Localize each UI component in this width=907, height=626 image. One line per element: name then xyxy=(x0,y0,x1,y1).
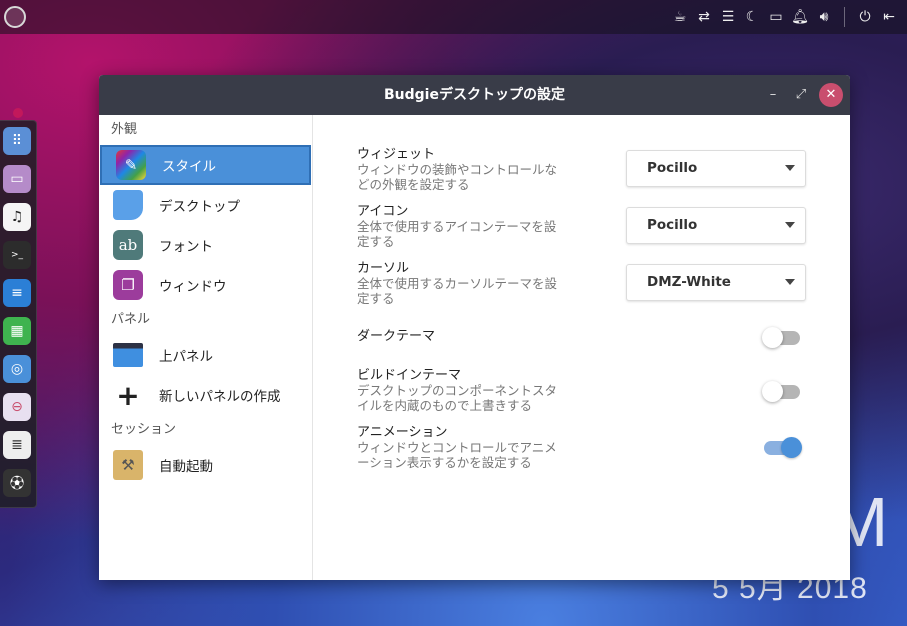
terminal-icon[interactable]: >_ xyxy=(3,241,31,269)
sidebar-item-desktop[interactable]: デスクトップ xyxy=(99,185,312,225)
app-grid-icon[interactable]: ⠿ xyxy=(3,127,31,155)
sidebar-item-label: スタイル xyxy=(162,159,216,175)
maximize-button[interactable]: ⤢ xyxy=(789,83,813,107)
folder-icon[interactable]: ▭ xyxy=(766,6,786,28)
icon-theme-dropdown[interactable]: Pocillo xyxy=(626,207,806,244)
sidebar-item-top-panel[interactable]: 上パネル xyxy=(99,335,312,375)
dropdown-value: Pocillo xyxy=(647,160,698,176)
sidebar-item-new-panel[interactable]: + 新しいパネルの作成 xyxy=(99,375,312,415)
dock-indicator-dot xyxy=(13,108,23,118)
sidebar-item-label: 上パネル xyxy=(159,349,213,365)
section-panel: パネル xyxy=(111,312,151,327)
sidebar-item-window[interactable]: ❐ ウィンドウ xyxy=(99,265,312,305)
budgie-settings-window: Budgieデスクトップの設定 – ⤢ ✕ 外観 ✎ スタイル デスクトップ a… xyxy=(99,75,850,580)
sidebar-item-label: 新しいパネルの作成 xyxy=(159,389,281,405)
night-icon[interactable]: ☾ xyxy=(742,6,762,28)
bell-icon[interactable]: 🔔︎ xyxy=(790,6,810,28)
system-tray: ☕ ⇄ ☰ ☾ ▭ 🔔︎ 🔊︎ ⏻ ⇤ xyxy=(670,6,899,28)
toggle-knob xyxy=(762,327,783,348)
window-titlebar[interactable]: Budgieデスクトップの設定 – ⤢ ✕ xyxy=(99,75,850,115)
sidebar-item-font[interactable]: ab フォント xyxy=(99,225,312,265)
text-editor-icon[interactable]: ≣ xyxy=(3,431,31,459)
toggle-knob xyxy=(762,381,783,402)
dropdown-value: Pocillo xyxy=(647,217,698,233)
sidebar: 外観 ✎ スタイル デスクトップ ab フォント ❐ ウィンドウ パネル 上パネ… xyxy=(99,115,313,580)
setting-description: 全体で使用するカーソルテーマを設定する xyxy=(357,276,558,306)
setting-animation: アニメーション ウィンドウとコントロールでアニメーション表示するかを設定する xyxy=(357,425,807,470)
desktop-icon xyxy=(113,190,143,220)
coffee-icon[interactable]: ☕ xyxy=(670,6,690,28)
setting-title: ダークテーマ xyxy=(357,329,436,344)
sidebar-item-label: デスクトップ xyxy=(159,199,240,215)
chromium-icon[interactable]: ◎ xyxy=(3,355,31,383)
budgie-menu-button[interactable] xyxy=(4,6,26,28)
calc-icon[interactable]: ▦ xyxy=(3,317,31,345)
dark-theme-toggle[interactable] xyxy=(762,327,800,348)
tray-separator xyxy=(844,7,845,27)
sidebar-item-label: ウィンドウ xyxy=(159,279,227,295)
setting-title: アニメーション xyxy=(357,425,448,440)
font-icon: ab xyxy=(113,230,143,260)
dock: ⠿ ▭ ♫ >_ ≡ ▦ ◎ ⊖ ≣ ⚽︎ xyxy=(0,120,37,508)
animation-toggle[interactable] xyxy=(764,437,802,458)
network-icon[interactable]: ⇄ xyxy=(694,6,714,28)
setting-description: デスクトップのコンポーネントスタイルを内蔵のもので上書きする xyxy=(357,383,558,413)
files-icon[interactable]: ▭ xyxy=(3,165,31,193)
toggle-knob xyxy=(781,437,802,458)
setting-description: ウィンドウとコントロールでアニメーション表示するかを設定する xyxy=(357,440,557,470)
close-button[interactable]: ✕ xyxy=(819,83,843,107)
minimize-button[interactable]: – xyxy=(761,83,785,107)
autostart-icon: ⚒ xyxy=(113,450,143,480)
volume-icon[interactable]: 🔊︎ xyxy=(814,6,834,28)
logout-icon[interactable]: ⇤ xyxy=(879,6,899,28)
window-icon: ❐ xyxy=(113,270,143,300)
sidebar-item-label: 自動起動 xyxy=(159,459,213,475)
panel-icon xyxy=(113,343,143,367)
builtin-theme-toggle[interactable] xyxy=(762,381,800,402)
settings-toggle-icon[interactable]: ⊖ xyxy=(3,393,31,421)
top-panel: ☕ ⇄ ☰ ☾ ▭ 🔔︎ 🔊︎ ⏻ ⇤ xyxy=(0,0,907,34)
music-icon[interactable]: ♫ xyxy=(3,203,31,231)
setting-description: 全体で使用するアイコンテーマを設定する xyxy=(357,219,557,249)
dropdown-value: DMZ-White xyxy=(647,274,731,290)
style-icon: ✎ xyxy=(116,150,146,180)
widget-theme-dropdown[interactable]: Pocillo xyxy=(626,150,806,187)
setting-description: ウィンドウの装飾やコントロールなどの外観を設定する xyxy=(357,162,558,192)
plus-icon: + xyxy=(116,378,140,412)
chevron-down-icon xyxy=(785,222,795,228)
window-title: Budgieデスクトップの設定 xyxy=(384,87,565,103)
sidebar-item-label: フォント xyxy=(159,239,213,255)
game-icon[interactable]: ⚽︎ xyxy=(3,469,31,497)
section-session: セッション xyxy=(111,422,177,437)
writer-icon[interactable]: ≡ xyxy=(3,279,31,307)
style-settings-panel: ウィジェット ウィンドウの装飾やコントロールなどの外観を設定する Pocillo… xyxy=(314,115,850,580)
cursor-theme-dropdown[interactable]: DMZ-White xyxy=(626,264,806,301)
menu-icon[interactable]: ☰ xyxy=(718,6,738,28)
power-icon[interactable]: ⏻ xyxy=(855,6,875,28)
sidebar-item-style[interactable]: ✎ スタイル xyxy=(100,145,311,185)
setting-title: ビルドインテーマ xyxy=(357,368,462,383)
chevron-down-icon xyxy=(785,165,795,171)
section-appearance: 外観 xyxy=(111,122,138,137)
setting-builtin-theme: ビルドインテーマ デスクトップのコンポーネントスタイルを内蔵のもので上書きする xyxy=(357,368,807,413)
chevron-down-icon xyxy=(785,279,795,285)
sidebar-item-autostart[interactable]: ⚒ 自動起動 xyxy=(99,445,312,485)
setting-dark-theme: ダークテーマ xyxy=(357,329,807,344)
